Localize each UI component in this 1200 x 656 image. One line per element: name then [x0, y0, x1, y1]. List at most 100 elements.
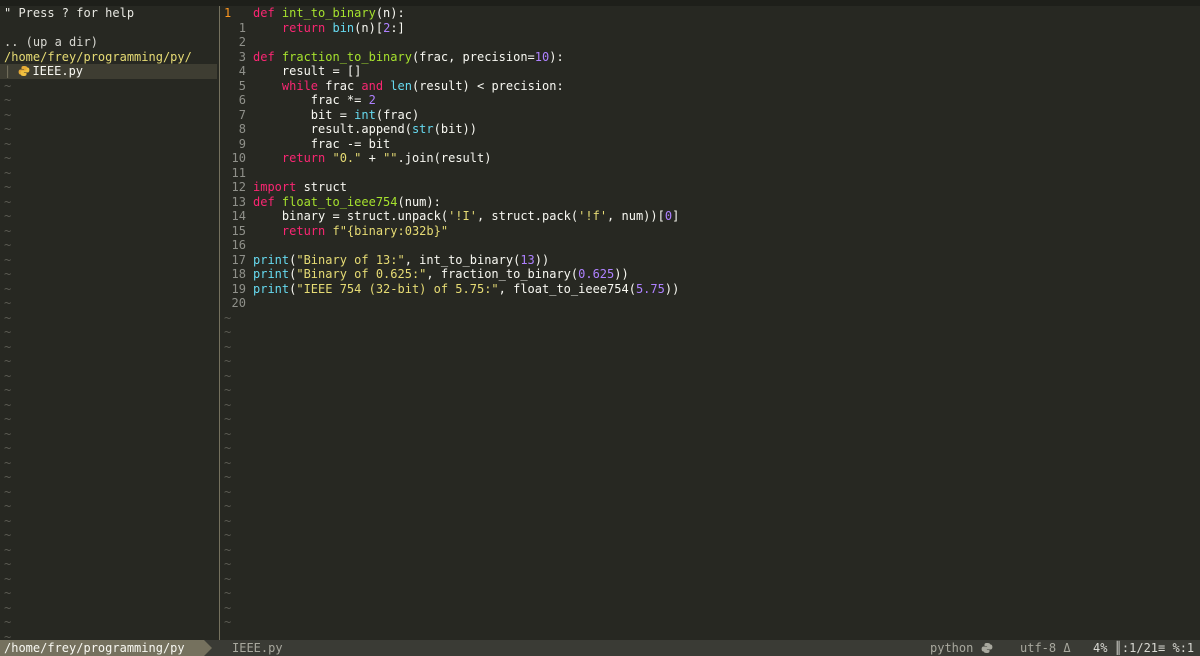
empty-line-marker: ~ — [4, 78, 12, 93]
status-filetype: python — [930, 640, 995, 656]
line-code[interactable]: bit = int(frac) — [253, 108, 419, 123]
empty-line-marker: ~ — [224, 426, 232, 441]
code-line[interactable]: 14 binary = struct.unpack('!I', struct.p… — [220, 209, 1200, 224]
code-token: int_to_binary — [281, 6, 376, 20]
code-line[interactable]: 1 def int_to_binary(n): — [220, 6, 1200, 21]
code-line[interactable]: 16 — [220, 238, 1200, 253]
line-number: 14 — [231, 209, 246, 223]
empty-line-marker: ~ — [4, 513, 12, 528]
code-line[interactable]: 4 result = [] — [220, 64, 1200, 79]
code-editor[interactable]: 1 def int_to_binary(n): 1 return bin(n)[2:… — [220, 6, 1200, 640]
code-token: "Binary of 0.625:" — [296, 267, 427, 281]
line-code[interactable]: import struct — [253, 180, 347, 195]
code-token: struct — [303, 180, 347, 194]
code-line[interactable]: 17 print("Binary of 13:", int_to_binary(1… — [220, 253, 1200, 268]
python-file-icon — [18, 64, 32, 78]
code-token: import — [253, 180, 304, 194]
empty-line-marker: ~ — [224, 499, 232, 513]
line-number: 4 — [238, 64, 246, 78]
code-line[interactable]: 5 while frac and len(result) < precision… — [220, 79, 1200, 94]
current-dir-path[interactable]: /home/frey/programming/py/ — [0, 50, 217, 65]
code-token: )) — [664, 281, 680, 296]
code-line[interactable]: 12 import struct — [220, 180, 1200, 195]
code-token: binary = struct.unpack( — [253, 209, 449, 223]
code-line[interactable]: 1 return bin(n)[2:] — [220, 21, 1200, 36]
empty-line-marker: ~ — [4, 223, 12, 238]
code-line[interactable]: 6 frac *= 2 — [220, 93, 1200, 108]
code-token: )) — [534, 252, 550, 267]
empty-line-marker: ~ — [224, 412, 232, 426]
empty-line-marker: ~ — [224, 368, 232, 383]
code-token: ] — [672, 209, 680, 223]
code-line[interactable]: 11 — [220, 166, 1200, 181]
line-number: 16 — [231, 238, 246, 252]
empty-line-marker: ~ — [4, 499, 12, 513]
empty-line-marker: ~ — [224, 470, 232, 484]
code-token: (frac) — [375, 107, 420, 122]
code-line[interactable]: 18 print("Binary of 0.625:", fraction_to_… — [220, 267, 1200, 282]
empty-line-marker: ~ — [4, 383, 12, 397]
line-code[interactable]: print("Binary of 0.625:", fraction_to_bi… — [253, 267, 629, 282]
code-token: , float_to_ieee754( — [498, 281, 636, 296]
line-code[interactable]: frac -= bit — [253, 137, 390, 152]
code-line[interactable]: 2 — [220, 35, 1200, 50]
line-code[interactable]: def int_to_binary(n): — [253, 6, 405, 21]
empty-line-marker: ~ — [4, 194, 12, 209]
code-line[interactable]: 9 frac -= bit — [220, 137, 1200, 152]
empty-line-marker: ~ — [4, 281, 12, 296]
status-filename: IEEE.py — [232, 641, 283, 655]
file-entry-ieee[interactable]: | IEEE.py — [0, 64, 217, 79]
line-code[interactable]: frac *= 2 — [253, 93, 376, 108]
line-code[interactable]: def fraction_to_binary(frac, precision=1… — [253, 50, 564, 65]
code-token: bin — [332, 20, 355, 35]
code-token: 2 — [368, 93, 376, 107]
line-code[interactable]: return bin(n)[2:] — [253, 21, 405, 36]
code-token: str — [411, 122, 434, 136]
line-code[interactable]: result.append(str(bit)) — [253, 122, 477, 137]
code-token: f"{binary:032b}" — [332, 223, 449, 238]
code-line[interactable]: 19 print("IEEE 754 (32-bit) of 5.75:", fl… — [220, 282, 1200, 297]
code-line[interactable]: 13 def float_to_ieee754(num): — [220, 195, 1200, 210]
code-token: and — [361, 78, 391, 93]
line-code[interactable]: def float_to_ieee754(num): — [253, 195, 441, 210]
empty-line-marker: ~ — [4, 586, 12, 600]
code-token: 0 — [664, 209, 673, 223]
empty-line-marker: ~ — [4, 368, 12, 383]
nerdtree-panel[interactable]: " Press ? for help .. (up a dir) /home/f… — [0, 6, 217, 640]
code-line[interactable]: 8 result.append(str(bit)) — [220, 122, 1200, 137]
code-token: return — [281, 151, 333, 165]
code-line[interactable]: 3 def fraction_to_binary(frac, precision=… — [220, 50, 1200, 65]
code-token: while — [281, 78, 326, 93]
line-code[interactable]: return f"{binary:032b}" — [253, 224, 448, 239]
line-code[interactable]: binary = struct.unpack('!I', struct.pack… — [253, 209, 679, 224]
line-number: 1 — [238, 20, 246, 35]
line-code[interactable]: while frac and len(result) < precision: — [253, 79, 564, 94]
empty-rows: ~ ~ ~ ~ ~ ~ ~ ~ ~ ~ ~ ~ ~ ~ ~ ~ ~ ~ ~ ~ ~ ~ ~ ~ ~ ~ ~ ~ ~ ~ ~ ~ ~ ~ ~ ~ ~ ~ ~ — [0, 79, 217, 641]
line-code[interactable]: return "0." + "".join(result) — [253, 151, 492, 166]
code-token: def — [253, 49, 282, 64]
code-token: "Binary of 13:" — [296, 252, 405, 267]
empty-line-marker: ~ — [4, 600, 12, 615]
code-token: , num))[ — [607, 209, 665, 223]
code-token: fraction_to_binary — [281, 49, 412, 64]
line-code[interactable]: print("Binary of 13:", int_to_binary(13)… — [253, 253, 549, 268]
code-line[interactable]: 20 — [220, 296, 1200, 311]
line-number: 3 — [238, 49, 246, 64]
line-code[interactable]: result = [] — [253, 64, 361, 79]
up-dir-link[interactable]: .. (up a dir) — [0, 35, 217, 50]
line-code[interactable]: print("IEEE 754 (32-bit) of 5.75:", floa… — [253, 282, 679, 297]
code-lines[interactable]: 1 def int_to_binary(n): 1 return bin(n)[2:… — [220, 6, 1200, 311]
code-line[interactable]: 10 return "0." + "".join(result) — [220, 151, 1200, 166]
code-token: , struct.pack( — [476, 209, 579, 223]
code-line[interactable]: 15 return f"{binary:032b}" — [220, 224, 1200, 239]
empty-line-marker: ~ — [4, 354, 12, 368]
file-name: IEEE.py — [32, 64, 84, 78]
empty-line-marker: ~ — [224, 586, 232, 600]
empty-line-marker: ~ — [4, 397, 12, 412]
code-token: print — [253, 281, 290, 296]
line-number: 15 — [231, 223, 246, 238]
code-token: (n)[ — [354, 20, 384, 35]
code-line[interactable]: 7 bit = int(frac) — [220, 108, 1200, 123]
